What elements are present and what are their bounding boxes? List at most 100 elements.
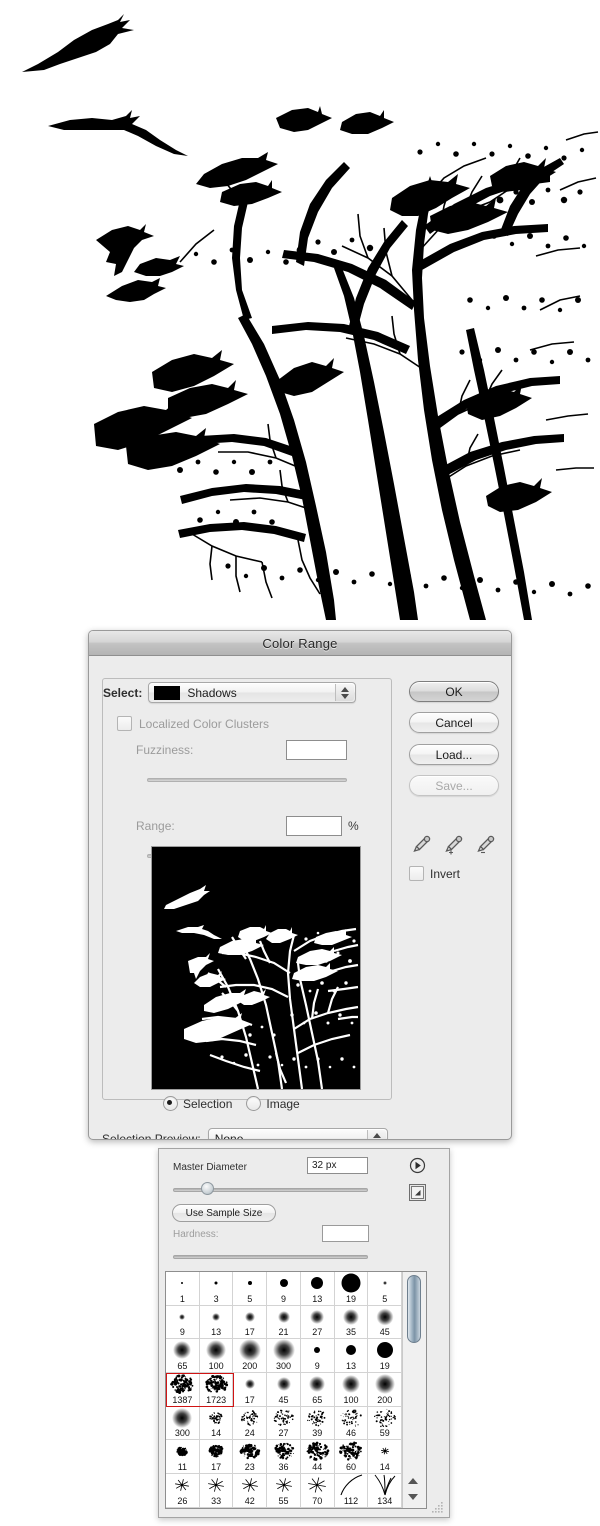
eyedropper-subtract-icon[interactable] — [475, 833, 497, 857]
brush-preset-cell[interactable]: 300 — [267, 1339, 301, 1374]
preset-manager-icon[interactable] — [409, 1184, 426, 1201]
selection-preview-steppers[interactable] — [366, 1130, 386, 1139]
brush-preset-cell[interactable]: 19 — [334, 1272, 369, 1306]
brush-preset-cell[interactable]: 100 — [334, 1373, 369, 1407]
brush-preset-cell[interactable]: 60 — [334, 1440, 369, 1475]
brush-preset-thumbnail — [368, 1272, 401, 1294]
scroll-up-arrow-icon[interactable] — [408, 1478, 419, 1484]
brush-preset-cell[interactable]: 42 — [233, 1474, 268, 1508]
brush-preset-cell[interactable]: 45 — [368, 1305, 403, 1340]
select-dropdown-steppers[interactable] — [335, 684, 355, 701]
brush-preset-cell[interactable]: 65 — [300, 1373, 335, 1407]
brush-preset-cell[interactable]: 39 — [300, 1406, 335, 1441]
fuzziness-slider[interactable] — [147, 778, 347, 782]
brush-preset-cell[interactable]: 26 — [166, 1474, 200, 1508]
cancel-button[interactable]: Cancel — [409, 712, 499, 733]
brush-preset-cell[interactable]: 9 — [300, 1339, 335, 1374]
invert-row[interactable]: Invert — [409, 866, 460, 881]
brush-preset-grid[interactable]: 1 3 5 9 13 19 5 9 13 17 21 27 35 45 65 100 200 300 9 13 19 13… — [166, 1272, 403, 1508]
localized-color-clusters-row[interactable]: Localized Color Clusters — [117, 716, 269, 731]
photo-artwork — [0, 0, 600, 620]
invert-checkbox[interactable] — [409, 866, 424, 881]
master-diameter-input[interactable]: 32 px — [307, 1157, 368, 1174]
brush-preset-cell[interactable]: 36 — [267, 1440, 301, 1475]
scroll-down-arrow-icon[interactable] — [408, 1494, 419, 1500]
brush-preset-cell[interactable]: 24 — [233, 1406, 268, 1441]
fuzziness-row: Fuzziness: — [136, 740, 376, 760]
brush-preset-cell[interactable]: 11 — [166, 1440, 200, 1475]
brush-preset-cell[interactable]: 27 — [267, 1406, 301, 1441]
fuzziness-input[interactable] — [286, 740, 347, 760]
brush-preset-cell[interactable]: 300 — [166, 1406, 200, 1441]
brush-preset-cell[interactable]: 27 — [300, 1305, 335, 1340]
use-sample-size-button[interactable]: Use Sample Size — [172, 1204, 276, 1222]
brush-preset-cell[interactable]: 9 — [166, 1305, 200, 1340]
brush-preset-cell[interactable]: 70 — [300, 1474, 335, 1508]
brush-preset-thumbnail — [368, 1339, 401, 1361]
brush-preset-cell[interactable]: 14 — [199, 1406, 234, 1441]
scrollbar-thumb[interactable] — [407, 1275, 422, 1343]
hardness-slider — [173, 1255, 368, 1259]
dialog-titlebar[interactable]: Color Range — [89, 631, 511, 656]
radio-image-button[interactable] — [246, 1096, 262, 1111]
brush-preset-cell[interactable]: 19 — [368, 1339, 403, 1374]
resize-grip[interactable] — [431, 1500, 445, 1514]
brush-preset-cell[interactable]: 200 — [233, 1339, 268, 1374]
eyedropper-minus-glyph — [477, 835, 495, 854]
panel-menu-icon[interactable] — [409, 1157, 426, 1174]
brush-preset-size-label: 134 — [377, 1495, 393, 1506]
brush-preset-cell[interactable]: 44 — [300, 1440, 335, 1475]
eyedropper-icon[interactable] — [411, 833, 433, 857]
brush-preset-cell[interactable]: 5 — [233, 1272, 268, 1306]
master-diameter-slider-handle[interactable] — [201, 1182, 214, 1195]
brush-preset-size-label: 1 — [179, 1293, 185, 1304]
brush-preset-cell[interactable]: 45 — [267, 1373, 301, 1407]
brush-preset-thumbnail — [301, 1440, 334, 1462]
chevron-up-icon — [341, 686, 350, 692]
brush-preset-cell[interactable]: 46 — [334, 1406, 369, 1441]
brush-preset-cell[interactable]: 17 — [233, 1373, 268, 1407]
selection-preview-thumbnail[interactable] — [151, 846, 361, 1090]
brush-preset-cell[interactable]: 200 — [368, 1373, 403, 1407]
brush-preset-cell[interactable]: 13 — [334, 1339, 369, 1374]
brush-preset-cell[interactable]: 112 — [334, 1474, 369, 1508]
chevron-up-icon — [372, 1132, 381, 1138]
brush-preset-cell[interactable]: 33 — [199, 1474, 234, 1508]
brush-preset-cell[interactable]: 5 — [368, 1272, 403, 1306]
brush-preset-cell[interactable]: 65 — [166, 1339, 200, 1374]
brush-preset-cell[interactable]: 3 — [199, 1272, 234, 1306]
radio-selection-label: Selection — [183, 1096, 233, 1111]
brush-preset-cell[interactable]: 1723 — [199, 1373, 234, 1407]
brush-preset-cell[interactable]: 100 — [199, 1339, 234, 1374]
select-dropdown[interactable]: Shadows — [148, 682, 357, 703]
range-input[interactable] — [286, 816, 342, 836]
brush-grid-scrollbar[interactable] — [402, 1272, 426, 1508]
ok-button[interactable]: OK — [409, 681, 499, 702]
shadows-color-swatch — [154, 685, 181, 700]
brush-thumbnail — [314, 1347, 321, 1354]
load-button[interactable]: Load... — [409, 744, 499, 765]
brush-thumbnail — [310, 1309, 325, 1324]
brush-preset-cell[interactable]: 59 — [368, 1406, 403, 1441]
radio-image[interactable]: Image — [246, 1096, 300, 1111]
eyedropper-add-icon[interactable] — [443, 833, 465, 857]
selection-preview-dropdown[interactable]: None — [207, 1128, 388, 1139]
brush-preset-cell[interactable]: 17 — [233, 1305, 268, 1340]
brush-preset-cell[interactable]: 134 — [368, 1474, 403, 1508]
brush-preset-cell[interactable]: 9 — [267, 1272, 301, 1306]
selection-preview-row: Selection Preview: None — [102, 1128, 388, 1139]
brush-preset-cell[interactable]: 35 — [334, 1305, 369, 1340]
brush-preset-cell[interactable]: 13 — [199, 1305, 234, 1340]
localized-color-clusters-checkbox[interactable] — [117, 716, 132, 731]
brush-preset-cell[interactable]: 23 — [233, 1440, 268, 1475]
radio-selection[interactable]: Selection — [163, 1096, 232, 1111]
brush-thumbnail — [308, 1477, 327, 1493]
brush-preset-cell[interactable]: 55 — [267, 1474, 301, 1508]
radio-selection-button[interactable] — [163, 1096, 178, 1111]
brush-preset-cell[interactable]: 21 — [267, 1305, 301, 1340]
brush-preset-cell[interactable]: 13 — [300, 1272, 335, 1306]
brush-preset-cell[interactable]: 1387 — [166, 1373, 200, 1407]
brush-preset-cell[interactable]: 1 — [166, 1272, 200, 1306]
brush-preset-cell[interactable]: 17 — [199, 1440, 234, 1475]
brush-preset-cell[interactable]: 14 — [368, 1440, 403, 1475]
